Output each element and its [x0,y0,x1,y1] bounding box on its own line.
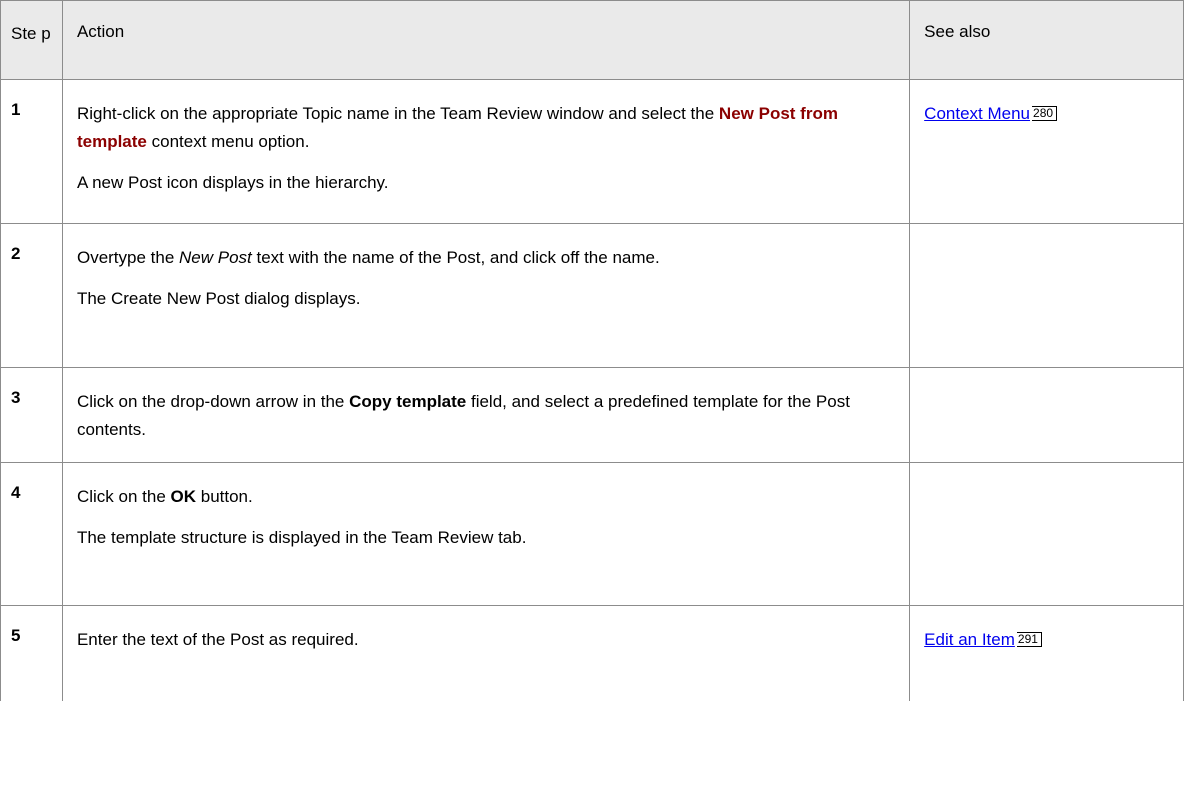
page-reference: 291 [1016,632,1042,647]
edit-an-item-link[interactable]: Edit an Item [924,630,1015,649]
step-action: Click on the drop-down arrow in the Copy… [63,368,909,444]
action-text: Click on the drop-down arrow in the [76,392,350,411]
see-also-cell [910,463,1183,483]
action-text: context menu option. [146,132,310,151]
step-action: Click on the OK button. The template str… [63,463,909,552]
step-number: 1 [11,100,21,119]
header-action: Action [61,0,911,80]
italic-term: New Post [179,248,252,267]
action-text: Overtype the [76,248,180,267]
result-paragraph: The Create New Post dialog displays. [76,289,361,308]
step-action: Enter the text of the Post as required. [63,606,909,654]
result-paragraph: A new Post icon displays in the hierarch… [76,173,389,192]
action-text: Right-click on the appropriate Topic nam… [76,104,719,123]
action-text: Click on the [76,487,171,506]
context-menu-link[interactable]: Context Menu [924,104,1030,123]
step-action: Right-click on the appropriate Topic nam… [63,80,909,197]
action-paragraph: Click on the OK button. [77,483,895,511]
header-step-label: Ste p [11,24,51,43]
see-also-cell: Edit an Item 291 [910,606,1183,654]
result-paragraph: The template structure is displayed in t… [76,528,527,547]
header-action-label: Action [76,22,125,41]
table-row: 2 Overtype the New Post text with the na… [0,223,1184,368]
step-number: 5 [11,626,21,645]
action-paragraph: Enter the text of the Post as required. [76,630,359,649]
step-number: 2 [11,244,21,263]
action-paragraph: Overtype the New Post text with the name… [77,244,895,272]
action-text: text with the name of the Post, and clic… [251,248,660,267]
see-also-cell [910,224,1183,244]
page-reference: 280 [1032,106,1058,121]
step-number: 4 [11,483,21,502]
see-also-cell [910,368,1183,388]
step-number: 3 [11,388,21,407]
button-name: OK [170,487,197,506]
table-row: 5 Enter the text of the Post as required… [0,605,1184,701]
header-see-also: See also [909,0,1184,80]
table-row: 3 Click on the drop-down arrow in the Co… [0,367,1184,463]
table-row: 1 Right-click on the appropriate Topic n… [0,79,1184,224]
table-row: 4 Click on the OK button. The template s… [0,462,1184,606]
header-step: Ste p [0,0,63,80]
see-also-cell: Context Menu 280 [910,80,1183,128]
step-action: Overtype the New Post text with the name… [63,224,909,313]
action-paragraph: Right-click on the appropriate Topic nam… [77,100,895,156]
procedure-table: Ste p Action See also 1 Right-click on t… [0,0,1184,701]
action-text: button. [196,487,253,506]
action-paragraph: Click on the drop-down arrow in the Copy… [77,388,895,444]
table-header-row: Ste p Action See also [0,0,1184,80]
header-see-also-label: See also [924,22,991,41]
field-name: Copy template [349,392,467,411]
